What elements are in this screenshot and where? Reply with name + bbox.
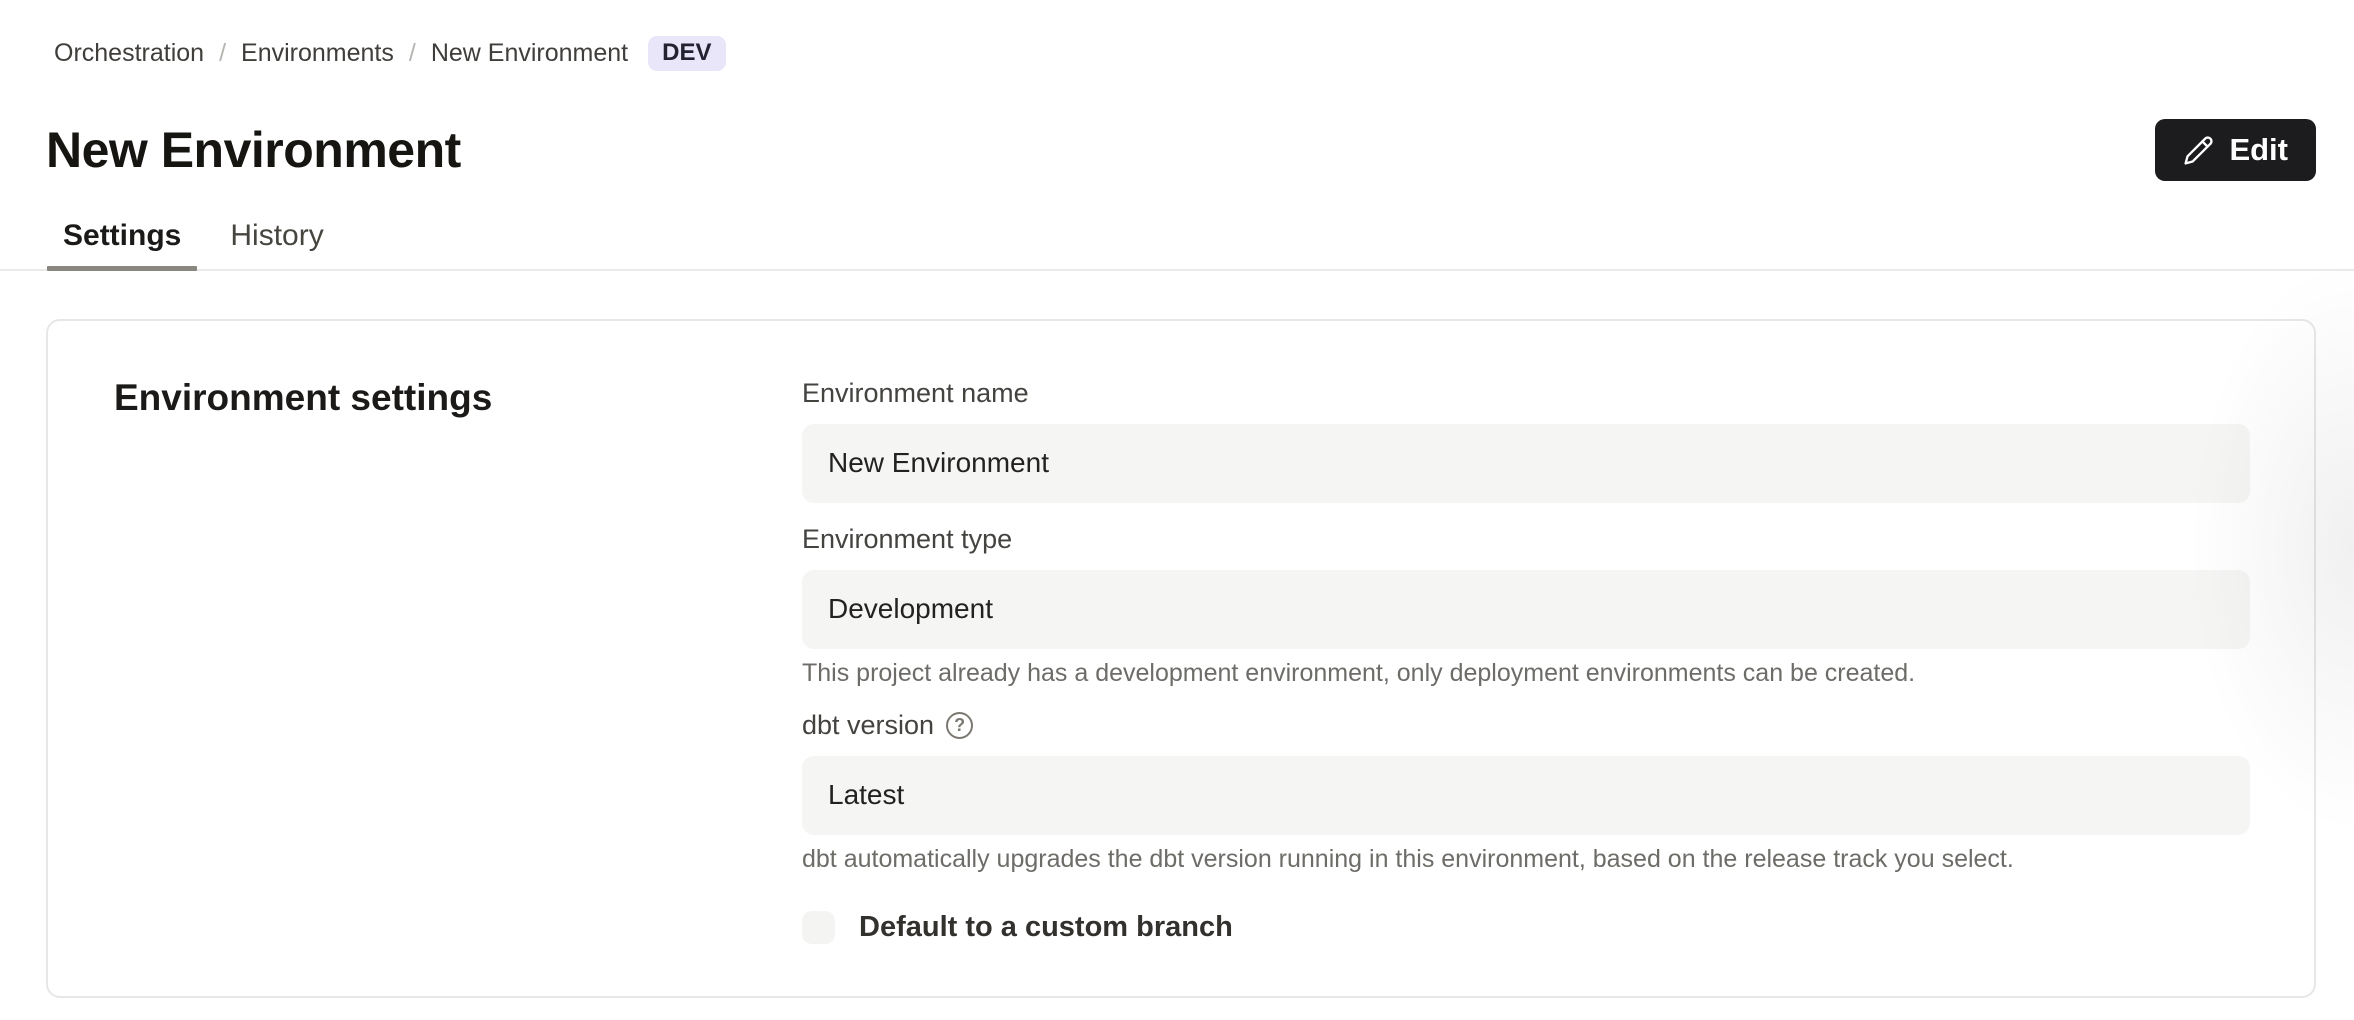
environment-settings-form: Environment name New Environment Environ…: [802, 377, 2250, 944]
dbt-version-field: dbt version Latest dbt automatically upg…: [802, 709, 2250, 875]
page: Orchestration / Environments / New Envir…: [0, 36, 2354, 1020]
custom-branch-row: Default to a custom branch: [802, 911, 2250, 944]
breadcrumb-item-orchestration[interactable]: Orchestration: [54, 39, 204, 68]
environment-type-helper-text: This project already has a development e…: [802, 658, 2250, 689]
tab-history[interactable]: History: [214, 219, 339, 269]
edit-button[interactable]: Edit: [2155, 119, 2316, 181]
breadcrumb-item-new-environment[interactable]: New Environment: [431, 39, 628, 68]
tab-bar: Settings History: [0, 219, 2354, 271]
environment-name-label: Environment name: [802, 377, 2250, 411]
environment-settings-card: Environment settings Environment name Ne…: [46, 319, 2316, 998]
environment-name-input[interactable]: New Environment: [802, 424, 2250, 503]
environment-type-label: Environment type: [802, 523, 2250, 557]
card-heading: Environment settings: [114, 377, 802, 419]
environment-name-field: Environment name New Environment: [802, 377, 2250, 503]
environment-type-field: Environment type Development This projec…: [802, 523, 2250, 689]
environment-type-input[interactable]: Development: [802, 570, 2250, 649]
page-title: New Environment: [46, 121, 461, 179]
question-mark-circle-icon[interactable]: [946, 712, 973, 739]
custom-branch-checkbox[interactable]: [802, 911, 835, 944]
breadcrumb: Orchestration / Environments / New Envir…: [54, 36, 2316, 71]
dbt-version-input[interactable]: Latest: [802, 756, 2250, 835]
breadcrumb-separator: /: [219, 39, 226, 68]
dbt-version-helper-text: dbt automatically upgrades the dbt versi…: [802, 844, 2250, 875]
tab-settings[interactable]: Settings: [47, 219, 197, 269]
page-header: New Environment Edit: [46, 119, 2316, 181]
dev-environment-badge: DEV: [648, 36, 725, 71]
dbt-version-label: dbt version: [802, 709, 934, 743]
breadcrumb-separator: /: [409, 39, 416, 68]
edit-button-label: Edit: [2229, 132, 2288, 168]
pencil-icon: [2183, 135, 2214, 166]
breadcrumb-item-environments[interactable]: Environments: [241, 39, 394, 68]
custom-branch-checkbox-label: Default to a custom branch: [859, 911, 1233, 944]
